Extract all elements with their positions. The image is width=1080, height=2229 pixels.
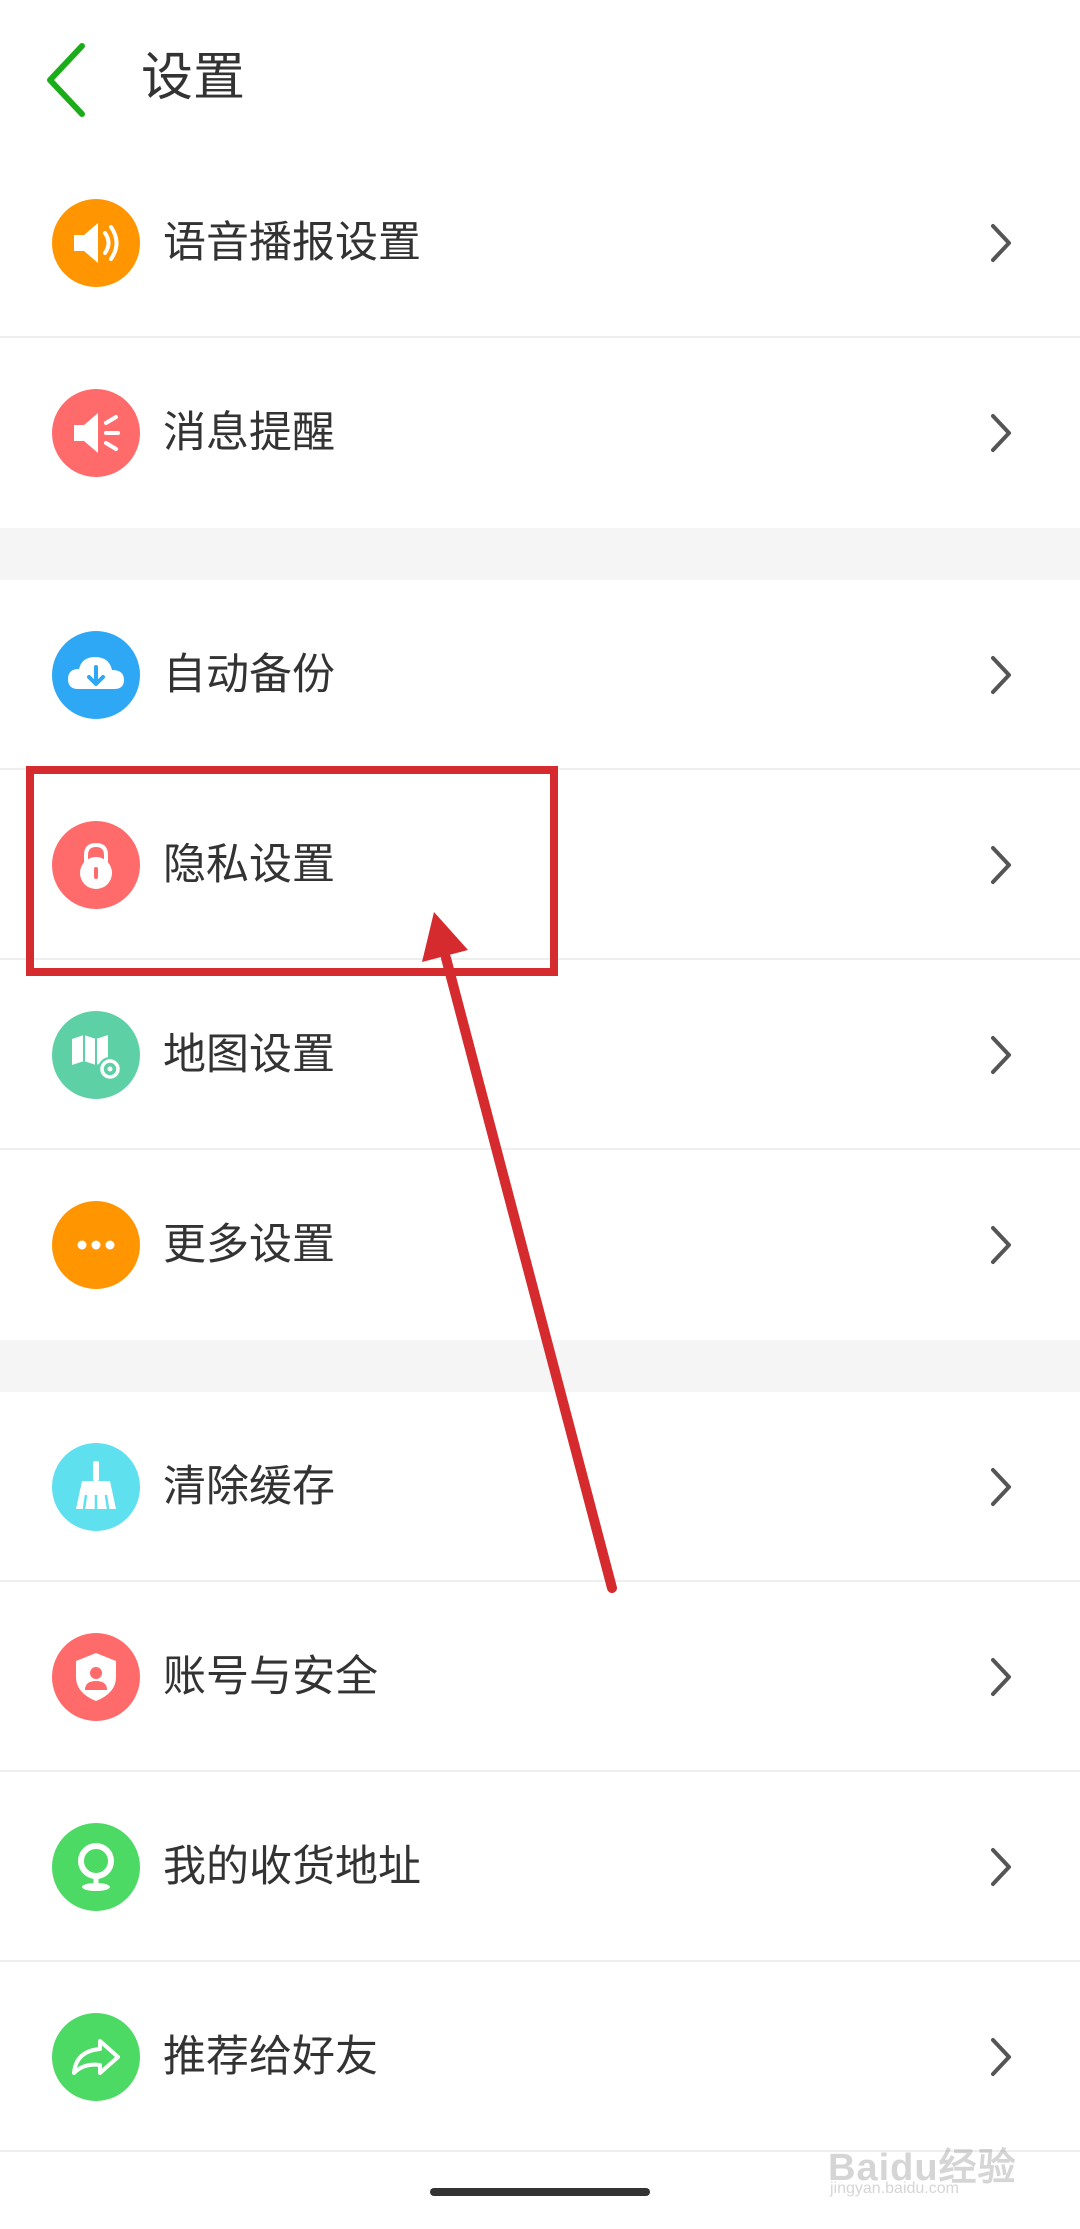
menu-label: 推荐给好友 <box>163 2032 378 2082</box>
location-pin-icon <box>52 1823 140 1911</box>
chevron-right-icon <box>985 1654 1017 1700</box>
chevron-right-icon <box>985 1032 1017 1078</box>
broom-icon <box>52 1443 140 1531</box>
chevron-right-icon <box>985 842 1017 888</box>
watermark: Baidu经验 jingyan.baidu.com <box>828 2096 1068 2197</box>
menu-label: 自动备份 <box>163 650 335 700</box>
menu-item-shipping-address[interactable]: 我的收货地址 <box>0 1772 1080 1962</box>
home-indicator <box>430 2188 650 2196</box>
map-settings-icon <box>52 1011 140 1099</box>
speaker-icon <box>52 199 140 287</box>
menu-item-voice-broadcast[interactable]: 语音播报设置 <box>0 148 1080 338</box>
menu-item-map-settings[interactable]: 地图设置 <box>0 960 1080 1150</box>
menu-label: 我的收货地址 <box>163 1842 421 1892</box>
menu-item-auto-backup[interactable]: 自动备份 <box>0 580 1080 770</box>
chevron-right-icon <box>985 1464 1017 1510</box>
chevron-right-icon <box>985 220 1017 266</box>
cloud-download-icon <box>52 631 140 719</box>
menu-item-account-security[interactable]: 账号与安全 <box>0 1582 1080 1772</box>
menu-label: 更多设置 <box>163 1220 335 1270</box>
share-arrow-icon <box>52 2013 140 2101</box>
menu-label: 账号与安全 <box>163 1652 378 1702</box>
menu-label: 语音播报设置 <box>163 218 421 268</box>
menu-item-message-reminder[interactable]: 消息提醒 <box>0 338 1080 528</box>
menu-label: 清除缓存 <box>163 1462 335 1512</box>
chevron-right-icon <box>985 1844 1017 1890</box>
chevron-right-icon <box>985 652 1017 698</box>
section-gap <box>0 1340 1080 1392</box>
chevron-right-icon <box>985 410 1017 456</box>
menu-item-privacy-settings[interactable]: 隐私设置 <box>0 770 1080 960</box>
chevron-left-icon <box>47 43 85 117</box>
menu-label: 消息提醒 <box>163 408 335 458</box>
section-gap <box>0 528 1080 580</box>
lock-icon <box>52 821 140 909</box>
header: 设置 <box>0 0 1080 158</box>
shield-user-icon <box>52 1633 140 1721</box>
menu-item-more-settings[interactable]: 更多设置 <box>0 1150 1080 1340</box>
page-title: 设置 <box>141 48 246 108</box>
menu-label: 地图设置 <box>163 1030 335 1080</box>
menu-item-clear-cache[interactable]: 清除缓存 <box>0 1392 1080 1582</box>
back-button[interactable] <box>38 38 98 122</box>
chevron-right-icon <box>985 2034 1017 2080</box>
watermark-url: jingyan.baidu.com <box>830 2180 959 2197</box>
more-dots-icon <box>52 1201 140 1289</box>
chevron-right-icon <box>985 1222 1017 1268</box>
menu-label: 隐私设置 <box>163 840 335 890</box>
megaphone-icon <box>52 389 140 477</box>
